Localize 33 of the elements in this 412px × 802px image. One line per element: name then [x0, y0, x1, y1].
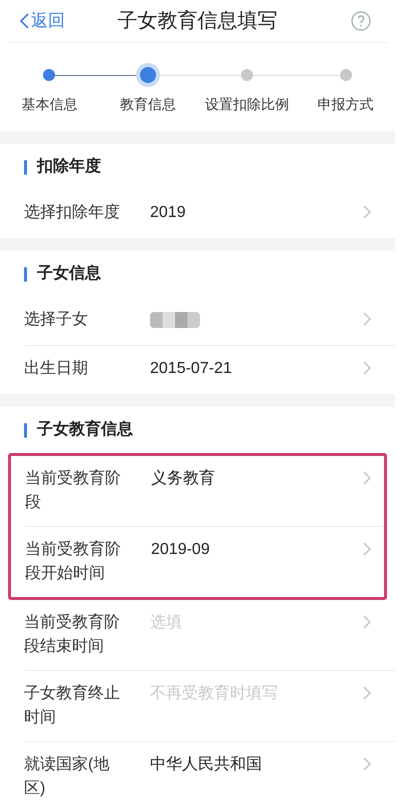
- field-value: 中华人民共和国: [150, 754, 262, 775]
- field-value: 2015-07-21: [150, 359, 232, 379]
- section-title: 子女教育信息: [37, 418, 133, 440]
- chevron-right-icon: [363, 686, 371, 700]
- chevron-right-icon: [363, 471, 371, 485]
- page-title: 子女教育信息填写: [118, 9, 278, 34]
- field-label: 当前受教育阶段开始时间: [25, 539, 122, 584]
- field-value: 义务教育: [151, 468, 215, 489]
- help-icon[interactable]: [351, 11, 371, 31]
- field-label: 当前受教育阶段: [25, 468, 122, 513]
- field-label: 出生日期: [24, 358, 89, 379]
- section-title: 子女信息: [37, 264, 101, 284]
- field-value: 2019-09: [151, 540, 210, 560]
- chevron-right-icon: [363, 312, 371, 326]
- field-value: 2019: [150, 203, 186, 223]
- blurred-name: [150, 312, 200, 328]
- step-label: 设置扣除比例: [204, 95, 289, 114]
- field-label: 选择扣除年度: [24, 202, 121, 223]
- back-button[interactable]: 返回: [20, 8, 65, 34]
- chevron-right-icon: [363, 615, 371, 629]
- chevron-right-icon: [363, 757, 371, 771]
- field-label: 就读国家(地区): [24, 754, 110, 799]
- field-label: 当前受教育阶段结束时间: [24, 612, 121, 657]
- field-label: 选择子女: [24, 310, 89, 330]
- chevron-right-icon: [363, 361, 371, 375]
- chevron-right-icon: [363, 542, 371, 556]
- field-label: 子女教育终止时间: [24, 683, 121, 728]
- step-label: 教育信息: [120, 95, 176, 114]
- section-title: 扣除年度: [37, 156, 101, 177]
- chevron-right-icon: [363, 205, 371, 219]
- step-label: 申报方式: [318, 95, 374, 114]
- chevron-left-icon: [20, 13, 29, 29]
- step-label: 基本信息: [21, 95, 78, 114]
